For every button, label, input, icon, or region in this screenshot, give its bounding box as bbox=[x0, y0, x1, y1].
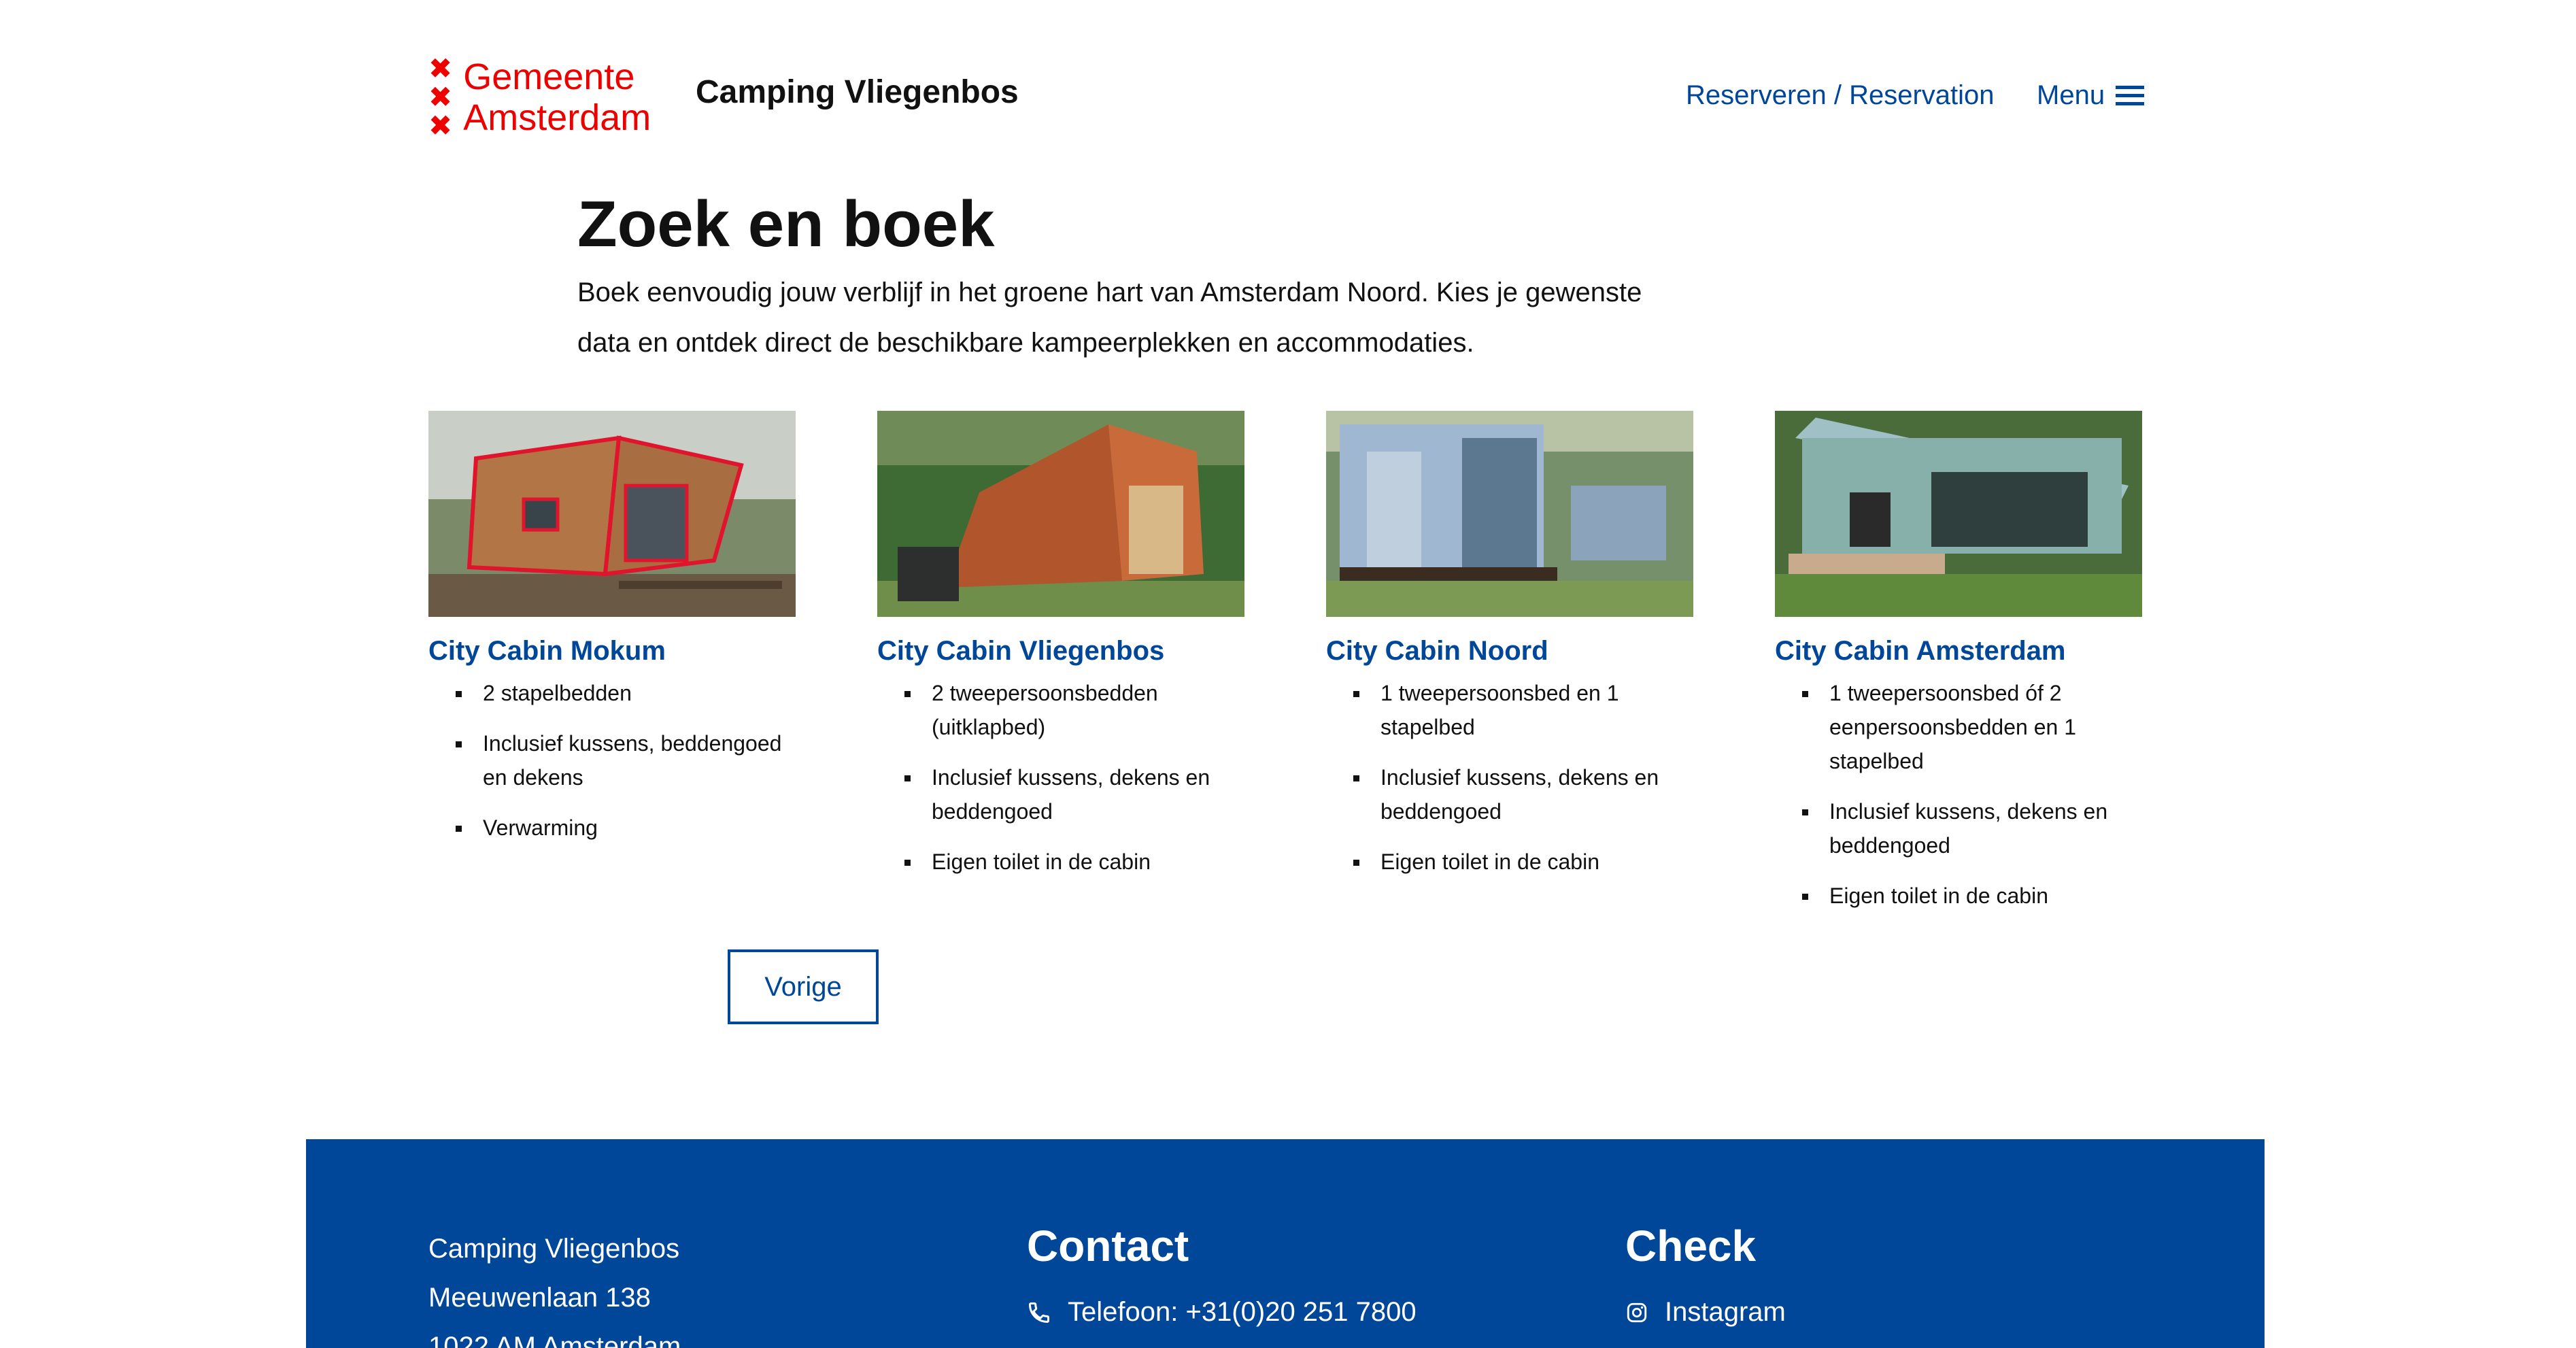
card-title[interactable]: City Cabin Noord bbox=[1326, 636, 1693, 667]
logo-line-1: Gemeente bbox=[463, 56, 635, 97]
instagram-text: Instagram bbox=[1665, 1297, 1786, 1327]
accommodation-card[interactable]: City Cabin Amsterdam 1 tweepersoonsbed ó… bbox=[1775, 411, 2142, 929]
phone-icon bbox=[1028, 1302, 1049, 1323]
list-item: Eigen toilet in de cabin bbox=[1353, 845, 1693, 879]
logo-line-2: Amsterdam bbox=[463, 97, 651, 138]
page-title: Zoek en boek bbox=[577, 188, 995, 260]
cabin-photo[interactable] bbox=[1775, 411, 2142, 617]
gemeente-amsterdam-logo[interactable]: ✖ ✖ ✖ Gemeente Amsterdam bbox=[428, 54, 666, 139]
menu-button[interactable]: Menu bbox=[2037, 80, 2145, 111]
phone-text: Telefoon: +31(0)20 251 7800 bbox=[1068, 1297, 1417, 1327]
menu-icon bbox=[2116, 86, 2145, 105]
instagram-icon bbox=[1627, 1302, 1647, 1322]
address-line: Meeuwenlaan 138 bbox=[428, 1283, 651, 1313]
card-title[interactable]: City Cabin Vliegenbos bbox=[877, 636, 1244, 667]
feature-list: 2 stapelbedden Inclusief kussens, bedden… bbox=[428, 676, 796, 845]
list-item: Inclusief kussens, dekens en beddengoed bbox=[904, 760, 1244, 828]
intro-text: Boek eenvoudig jouw verblijf in het groe… bbox=[577, 277, 1642, 358]
menu-label: Menu bbox=[2037, 80, 2105, 110]
list-item: 2 tweepersoonsbedden (uitklapbed) bbox=[904, 676, 1244, 744]
list-item: Verwarming bbox=[456, 811, 796, 845]
instagram-link[interactable]: Instagram bbox=[1625, 1297, 1786, 1328]
card-title[interactable]: City Cabin Mokum bbox=[428, 636, 796, 667]
list-item: Eigen toilet in de cabin bbox=[904, 845, 1244, 879]
accommodation-card[interactable]: City Cabin Mokum 2 stapelbedden Inclusie… bbox=[428, 411, 796, 861]
list-item: 2 stapelbedden bbox=[456, 676, 796, 710]
phone-link[interactable]: Telefoon: +31(0)20 251 7800 bbox=[1027, 1297, 1417, 1328]
feature-list: 1 tweepersoonsbed óf 2 eenpersoonsbedden… bbox=[1775, 676, 2142, 913]
contact-heading: Contact bbox=[1027, 1221, 1189, 1270]
feature-list: 1 tweepersoonsbed en 1 stapelbed Inclusi… bbox=[1326, 676, 1693, 879]
footer-address: Camping Vliegenbos Meeuwenlaan 138 1022 … bbox=[428, 1224, 681, 1348]
site-footer: Camping Vliegenbos Meeuwenlaan 138 1022 … bbox=[306, 1139, 2265, 1348]
list-item: Inclusief kussens, dekens en beddengoed bbox=[1802, 794, 2142, 862]
list-item: Inclusief kussens, dekens en beddengoed bbox=[1353, 760, 1693, 828]
cross-icon: ✖ ✖ ✖ bbox=[428, 52, 453, 141]
reserve-link[interactable]: Reserveren / Reservation bbox=[1686, 80, 1995, 111]
accommodation-card[interactable]: City Cabin Vliegenbos 2 tweepersoonsbedd… bbox=[877, 411, 1244, 895]
feature-list: 2 tweepersoonsbedden (uitklapbed) Inclus… bbox=[877, 676, 1244, 879]
previous-button[interactable]: Vorige bbox=[728, 949, 879, 1024]
list-item: 1 tweepersoonsbed en 1 stapelbed bbox=[1353, 676, 1693, 744]
card-title[interactable]: City Cabin Amsterdam bbox=[1775, 636, 2142, 667]
cabin-photo[interactable] bbox=[1326, 411, 1693, 617]
site-header: ✖ ✖ ✖ Gemeente Amsterdam Camping Vliegenbo… bbox=[0, 0, 2576, 170]
site-title[interactable]: Camping Vliegenbos bbox=[696, 73, 1019, 111]
list-item: Eigen toilet in de cabin bbox=[1802, 879, 2142, 913]
accommodation-card[interactable]: City Cabin Noord 1 tweepersoonsbed en 1 … bbox=[1326, 411, 1693, 895]
list-item: 1 tweepersoonsbed óf 2 eenpersoonsbedden… bbox=[1802, 676, 2142, 778]
address-line: 1022 AM Amsterdam bbox=[428, 1332, 681, 1348]
check-heading: Check bbox=[1625, 1221, 1757, 1270]
cabin-photo[interactable] bbox=[428, 411, 796, 617]
list-item: Inclusief kussens, beddengoed en dekens bbox=[456, 726, 796, 794]
address-line: Camping Vliegenbos bbox=[428, 1234, 680, 1264]
accommodation-list: City Cabin Mokum 2 stapelbedden Inclusie… bbox=[428, 411, 2142, 928]
cabin-photo[interactable] bbox=[877, 411, 1244, 617]
